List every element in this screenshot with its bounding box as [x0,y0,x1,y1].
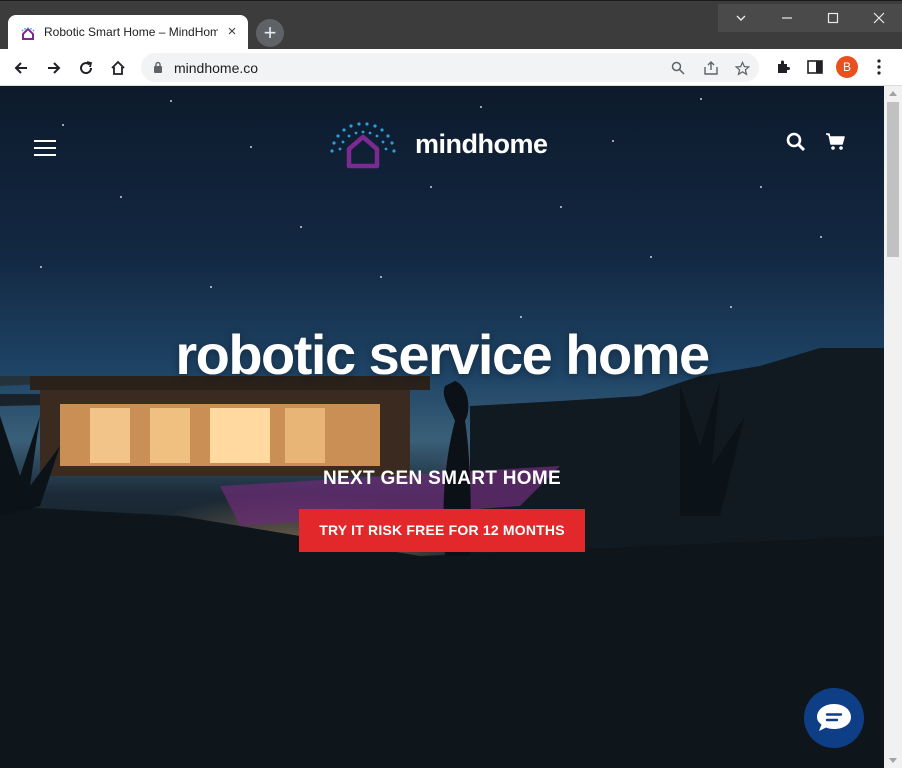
page-scrollbar[interactable] [884,86,902,768]
browser-tab-active[interactable]: Robotic Smart Home – MindHome × [8,15,248,50]
home-button[interactable] [105,55,131,81]
cart-icon [826,133,845,150]
reload-icon [80,61,93,75]
menu-button[interactable] [34,140,56,158]
tab-close-icon[interactable]: × [224,24,240,40]
bookmark-button[interactable] [733,59,751,77]
site-logo[interactable]: mindhome [328,119,568,169]
tab-search-button[interactable] [718,4,764,32]
hero-section: mindhome robotic service home NEXT GEN S… [0,86,884,768]
scroll-up-arrow-icon[interactable] [889,91,897,96]
minimize-button[interactable] [764,4,810,32]
more-vertical-icon [877,59,881,75]
maximize-icon [827,12,839,24]
hero-subtitle: NEXT GEN SMART HOME [323,468,561,489]
site-search-button[interactable] [786,132,806,152]
url-text: mindhome.co [174,60,259,76]
star-icon [734,60,750,76]
search-icon [671,61,685,75]
cart-button[interactable] [825,132,847,152]
minimize-icon [782,17,792,19]
hamburger-line [34,154,56,156]
back-button[interactable] [8,55,34,81]
close-window-button[interactable] [856,4,902,32]
chat-icon [817,704,851,731]
arrow-right-icon [48,62,61,74]
mindhome-favicon-icon [21,27,35,40]
browser-titlebar: Robotic Smart Home – MindHome × + [0,0,902,50]
scrollbar-thumb[interactable] [887,102,899,257]
share-button[interactable] [702,59,720,77]
browser-toolbar: mindhome.co B [0,49,902,86]
share-icon [704,61,718,75]
browser-menu-button[interactable] [869,57,889,77]
chat-widget-button[interactable] [804,688,864,748]
home-icon [111,60,125,75]
forward-button[interactable] [41,55,67,81]
tab-title: Robotic Smart Home – MindHome [44,25,218,39]
side-panel-button[interactable] [805,57,825,77]
profile-avatar[interactable]: B [836,56,858,78]
address-bar[interactable]: mindhome.co [141,53,759,82]
new-tab-button[interactable]: + [256,19,284,47]
hamburger-line [34,147,56,149]
scroll-down-arrow-icon[interactable] [889,758,897,763]
close-icon [873,12,885,24]
mindhome-logo-icon [330,122,396,169]
search-icon [786,132,806,152]
brand-name: mindhome [415,129,548,159]
landscape-silhouette [0,348,884,768]
try-risk-free-button[interactable]: TRY IT RISK FREE FOR 12 MONTHS [299,509,585,552]
puzzle-icon [778,60,790,73]
hero-title: robotic service home [175,323,710,386]
zoom-search-button[interactable] [669,59,687,77]
extensions-button[interactable] [773,57,793,77]
maximize-button[interactable] [810,4,856,32]
chevron-down-icon [736,15,746,21]
arrow-left-icon [14,62,27,74]
side-panel-icon [807,60,823,74]
lock-icon [154,61,162,73]
reload-button[interactable] [73,55,99,81]
hamburger-line [34,140,56,142]
